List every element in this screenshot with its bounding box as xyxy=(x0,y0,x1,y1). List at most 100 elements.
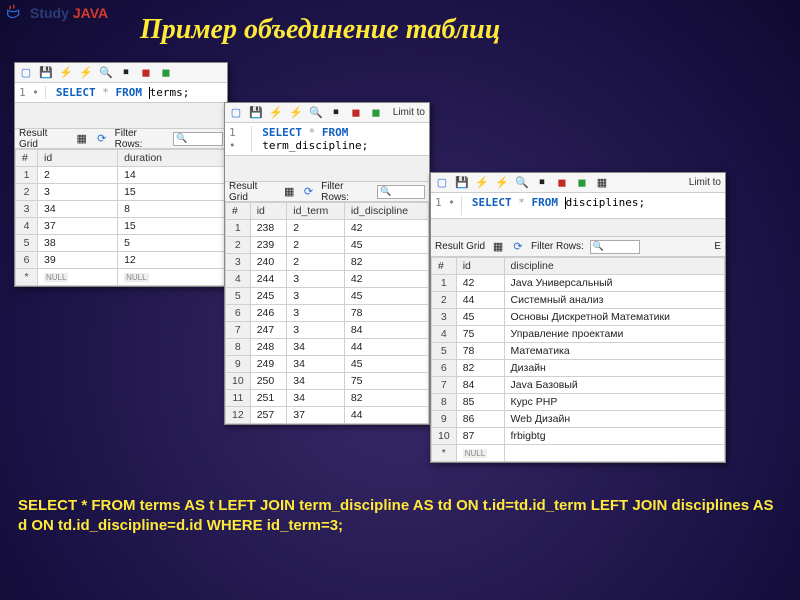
new-file-icon[interactable]: ▢ xyxy=(19,66,33,80)
cell[interactable]: 250 xyxy=(250,373,287,390)
cell[interactable]: 84 xyxy=(456,377,504,394)
cell[interactable]: 1 xyxy=(432,275,457,292)
cell[interactable]: 3 xyxy=(287,322,345,339)
cell[interactable]: 44 xyxy=(344,339,428,356)
stop-icon[interactable]: ⏹ xyxy=(535,176,549,190)
sql-editor[interactable]: 1 • SELECT * FROM disciplines; xyxy=(431,193,725,219)
table-row[interactable]: 82483444 xyxy=(226,339,429,356)
cell[interactable]: Java Базовый xyxy=(504,377,724,394)
lightning-icon[interactable]: ⚡ xyxy=(59,66,73,80)
table-row[interactable]: 475Управление проектами xyxy=(432,326,725,343)
cell[interactable]: 34 xyxy=(287,339,345,356)
cell[interactable]: 4 xyxy=(432,326,457,343)
table-row[interactable]: 7247384 xyxy=(226,322,429,339)
table-row[interactable]: 3348 xyxy=(16,201,227,218)
cell[interactable]: NULL xyxy=(118,269,227,286)
cell[interactable]: 34 xyxy=(38,201,118,218)
cell[interactable]: 2 xyxy=(16,184,38,201)
cell[interactable]: 38 xyxy=(38,235,118,252)
yellow-db-icon[interactable]: ▦ xyxy=(595,176,609,190)
cell[interactable]: 6 xyxy=(226,305,251,322)
export-label[interactable]: E xyxy=(714,241,721,252)
filter-input[interactable]: 🔍 xyxy=(377,185,425,199)
cell[interactable]: 37 xyxy=(38,218,118,235)
col-id-term[interactable]: id_term xyxy=(287,203,345,220)
stop-icon[interactable]: ⏹ xyxy=(119,66,133,80)
cell[interactable]: 75 xyxy=(344,373,428,390)
cell[interactable]: 3 xyxy=(226,254,251,271)
grid-view-icon[interactable]: ▦ xyxy=(491,240,505,254)
cell[interactable]: 257 xyxy=(250,407,287,424)
cell[interactable]: * xyxy=(16,269,38,286)
cell[interactable]: Дизайн xyxy=(504,360,724,377)
green-square-icon[interactable]: ◼ xyxy=(575,176,589,190)
magnify-icon[interactable]: 🔍 xyxy=(515,176,529,190)
cell[interactable]: 42 xyxy=(344,271,428,288)
col-discipline[interactable]: discipline xyxy=(504,258,724,275)
cell[interactable]: 247 xyxy=(250,322,287,339)
cell[interactable]: 249 xyxy=(250,356,287,373)
cell[interactable]: NULL xyxy=(456,445,504,462)
table-row[interactable]: 1087frbigbtg xyxy=(432,428,725,445)
cell[interactable]: 4 xyxy=(16,218,38,235)
refresh-icon[interactable]: ⟳ xyxy=(302,185,315,199)
cell[interactable]: 45 xyxy=(344,356,428,373)
cell[interactable]: 6 xyxy=(432,360,457,377)
cell[interactable]: 1 xyxy=(16,167,38,184)
table-row[interactable]: 2315 xyxy=(16,184,227,201)
cell[interactable]: 4 xyxy=(226,271,251,288)
cell[interactable]: 2 xyxy=(287,237,345,254)
cell[interactable]: 8 xyxy=(226,339,251,356)
cell[interactable]: 7 xyxy=(432,377,457,394)
lightning-icon[interactable]: ⚡ xyxy=(475,176,489,190)
table-row[interactable]: 5245345 xyxy=(226,288,429,305)
table-row[interactable]: 122573744 xyxy=(226,407,429,424)
cell[interactable]: 86 xyxy=(456,411,504,428)
col-id-discipline[interactable]: id_discipline xyxy=(344,203,428,220)
new-file-icon[interactable]: ▢ xyxy=(435,176,449,190)
cell[interactable]: 82 xyxy=(344,390,428,407)
table-row[interactable]: 102503475 xyxy=(226,373,429,390)
cell[interactable]: 45 xyxy=(344,288,428,305)
grid-view-icon[interactable]: ▦ xyxy=(75,132,89,146)
grid-view-icon[interactable]: ▦ xyxy=(283,185,296,199)
cell[interactable]: 244 xyxy=(250,271,287,288)
table-row[interactable]: 682Дизайн xyxy=(432,360,725,377)
lightning-icon[interactable]: ⚡ xyxy=(269,106,283,120)
cell[interactable]: 39 xyxy=(38,252,118,269)
cell[interactable]: 42 xyxy=(456,275,504,292)
cell[interactable]: 87 xyxy=(456,428,504,445)
table-row[interactable]: 784Java Базовый xyxy=(432,377,725,394)
cell[interactable]: 15 xyxy=(118,184,227,201)
cell[interactable]: 3 xyxy=(38,184,118,201)
cell[interactable]: 82 xyxy=(344,254,428,271)
cell[interactable]: 44 xyxy=(344,407,428,424)
cell[interactable]: 34 xyxy=(287,356,345,373)
cell[interactable]: 78 xyxy=(344,305,428,322)
table-row[interactable]: 92493445 xyxy=(226,356,429,373)
cell[interactable]: 10 xyxy=(432,428,457,445)
save-icon[interactable]: 💾 xyxy=(455,176,469,190)
cell[interactable]: 78 xyxy=(456,343,504,360)
green-square-icon[interactable]: ◼ xyxy=(159,66,173,80)
cell[interactable]: Web Дизайн xyxy=(504,411,724,428)
cell[interactable]: Математика xyxy=(504,343,724,360)
cell[interactable]: 2 xyxy=(287,254,345,271)
cell[interactable]: 75 xyxy=(456,326,504,343)
cell[interactable]: 84 xyxy=(344,322,428,339)
table-row[interactable]: 244Системный анализ xyxy=(432,292,725,309)
cell[interactable]: 45 xyxy=(344,237,428,254)
cell[interactable]: 2 xyxy=(287,220,345,237)
cell[interactable]: 12 xyxy=(226,407,251,424)
col-id[interactable]: id xyxy=(456,258,504,275)
cell[interactable]: frbigbtg xyxy=(504,428,724,445)
filter-input[interactable]: 🔍 xyxy=(590,240,640,254)
cell[interactable]: 3 xyxy=(287,271,345,288)
stop-icon[interactable]: ⏹ xyxy=(329,106,343,120)
cell[interactable]: 45 xyxy=(456,309,504,326)
cell[interactable]: 14 xyxy=(118,167,227,184)
cell[interactable]: 12 xyxy=(118,252,227,269)
cell[interactable]: Управление проектами xyxy=(504,326,724,343)
save-icon[interactable]: 💾 xyxy=(39,66,53,80)
cell[interactable]: 44 xyxy=(456,292,504,309)
